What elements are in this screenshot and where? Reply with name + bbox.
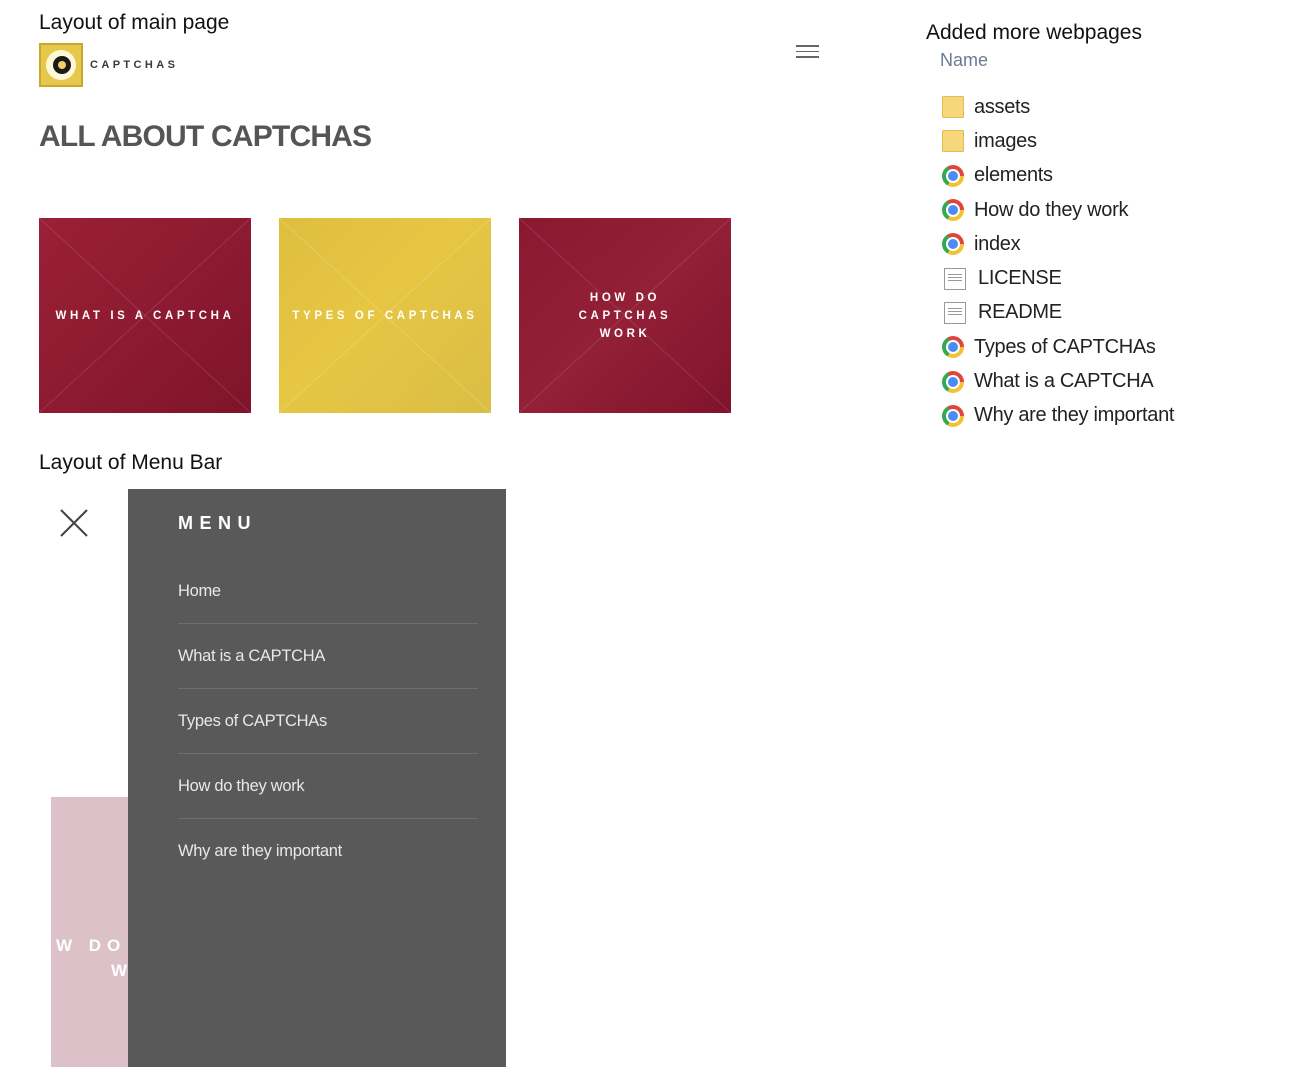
file-item-what-is-a-captcha[interactable]: What is a CAPTCHA	[942, 364, 1174, 398]
tile-how-do-captchas-work[interactable]: HOW DO CAPTCHAS WORK	[519, 218, 731, 413]
caption-menu-bar: Layout of Menu Bar	[39, 451, 223, 474]
menu-list: Home What is a CAPTCHA Types of CAPTCHAs…	[178, 559, 478, 883]
caption-main-page: Layout of main page	[39, 11, 230, 34]
file-item-license[interactable]: LICENSE	[942, 261, 1174, 295]
tile-what-is-a-captcha[interactable]: WHAT IS A CAPTCHA	[39, 218, 251, 413]
file-name: assets	[974, 95, 1031, 118]
chrome-icon	[942, 233, 964, 256]
file-item-why-are-they-important[interactable]: Why are they important	[942, 399, 1174, 433]
page-title: ALL ABOUT CAPTCHAS	[39, 120, 372, 153]
chrome-icon	[942, 199, 964, 222]
file-item-how-do-they-work[interactable]: How do they work	[942, 193, 1174, 227]
menu-item-what-is-a-captcha[interactable]: What is a CAPTCHA	[178, 624, 478, 689]
chrome-icon	[942, 336, 964, 359]
column-header-name[interactable]: Name	[940, 52, 988, 71]
file-name: images	[974, 129, 1037, 152]
document-icon	[944, 301, 966, 324]
folder-icon	[942, 130, 964, 153]
file-item-types-of-captchas[interactable]: Types of CAPTCHAs	[942, 330, 1174, 364]
menu-item-how-do-they-work[interactable]: How do they work	[178, 754, 478, 819]
file-item-readme[interactable]: README	[942, 296, 1174, 330]
file-name: What is a CAPTCHA	[974, 370, 1154, 393]
chrome-icon	[942, 164, 964, 187]
caption-added-pages: Added more webpages	[926, 21, 1142, 44]
site-logo-icon[interactable]	[39, 43, 83, 87]
file-name: README	[978, 301, 1062, 324]
tile-label: TYPES OF CAPTCHAS	[292, 309, 478, 322]
tile-label: HOW DO CAPTCHAS WORK	[578, 291, 672, 340]
hamburger-menu-icon[interactable]	[796, 45, 819, 59]
file-item-index[interactable]: index	[942, 227, 1174, 261]
file-name: LICENSE	[978, 267, 1062, 290]
file-explorer-list: Name assets images elements How do they …	[920, 52, 1310, 444]
folder-icon	[942, 96, 964, 119]
file-name: Types of CAPTCHAs	[974, 335, 1156, 358]
chrome-icon	[942, 404, 964, 427]
side-menu-panel: MENU Home What is a CAPTCHA Types of CAP…	[128, 489, 506, 1067]
file-item-images[interactable]: images	[942, 124, 1174, 158]
background-tile-text: W DO	[56, 936, 127, 955]
tile-label: WHAT IS A CAPTCHA	[55, 309, 235, 322]
file-name: How do they work	[974, 198, 1129, 221]
chrome-icon	[942, 370, 964, 393]
file-list: assets images elements How do they work …	[942, 90, 1174, 433]
document-icon	[944, 267, 966, 290]
menu-item-types-of-captchas[interactable]: Types of CAPTCHAs	[178, 689, 478, 754]
logo-text[interactable]: CAPTCHAS	[90, 59, 178, 71]
file-name: elements	[974, 164, 1053, 187]
menu-title: MENU	[178, 513, 257, 533]
tile-types-of-captchas[interactable]: TYPES OF CAPTCHAS	[279, 218, 491, 413]
file-name: Why are they important	[974, 404, 1175, 427]
close-icon[interactable]	[59, 508, 89, 538]
file-name: index	[974, 232, 1021, 255]
menu-item-home[interactable]: Home	[178, 559, 478, 624]
file-item-assets[interactable]: assets	[942, 90, 1174, 124]
menu-item-why-are-they-important[interactable]: Why are they important	[178, 819, 478, 883]
file-item-elements[interactable]: elements	[942, 159, 1174, 193]
